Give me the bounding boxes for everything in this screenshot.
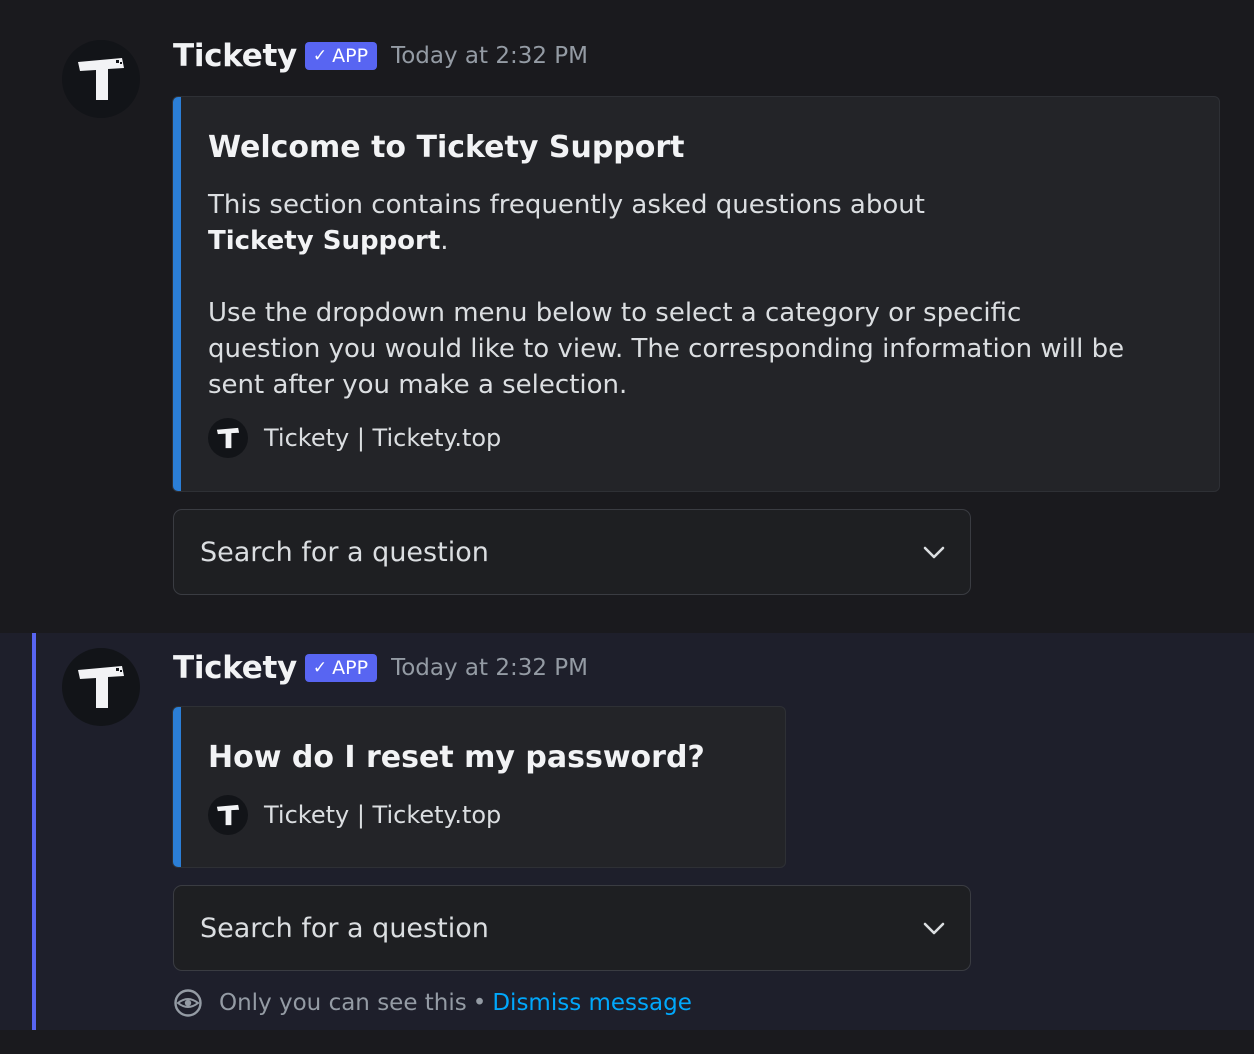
footer-avatar [208, 418, 248, 458]
bot-avatar[interactable] [62, 40, 140, 118]
embed-desc-period: . [440, 226, 449, 256]
tickety-logo-icon [78, 58, 124, 100]
tickety-logo-icon [78, 666, 124, 708]
bot-avatar[interactable] [62, 648, 140, 726]
username[interactable]: Tickety [173, 650, 297, 686]
embed-accent-bar [173, 707, 181, 867]
question-select-dropdown[interactable]: Search for a question [173, 509, 971, 595]
embed-title: How do I reset my password? [208, 740, 705, 775]
message-ephemeral: Tickety ✓ APP Today at 2:32 PM How do I … [0, 633, 1254, 1030]
verified-check-icon: ✓ [312, 46, 328, 66]
message-welcome: Tickety ✓ APP Today at 2:32 PM Welcome t… [0, 0, 1254, 620]
select-placeholder: Search for a question [200, 912, 489, 944]
tickety-logo-icon [216, 804, 240, 826]
message-header: Tickety ✓ APP Today at 2:32 PM [173, 36, 588, 76]
chevron-down-icon [923, 922, 945, 935]
app-badge-label: APP [332, 657, 369, 679]
timestamp[interactable]: Today at 2:32 PM [391, 655, 588, 681]
dismiss-message-link[interactable]: Dismiss message [492, 990, 692, 1016]
app-badge: ✓ APP [304, 42, 378, 70]
embed-accent-bar [173, 97, 181, 491]
embed-desc-line: This section contains frequently asked q… [208, 190, 925, 220]
footer-avatar [208, 795, 248, 835]
embed-description: This section contains frequently asked q… [208, 187, 1128, 403]
timestamp[interactable]: Today at 2:32 PM [391, 43, 588, 69]
message-header: Tickety ✓ APP Today at 2:32 PM [173, 648, 588, 688]
eye-icon [174, 989, 202, 1017]
ephemeral-highlight-bar [32, 633, 36, 1030]
ephemeral-notice-text: Only you can see this [219, 990, 467, 1016]
embed-footer-text: Tickety | Tickety.top [264, 424, 502, 452]
embed-desc-paragraph: Use the dropdown menu below to select a … [208, 298, 1125, 400]
embed-footer-text: Tickety | Tickety.top [264, 801, 502, 829]
embed-card: Welcome to Tickety Support This section … [172, 96, 1220, 492]
chevron-down-icon [923, 546, 945, 559]
embed-title: Welcome to Tickety Support [208, 130, 685, 165]
question-select-dropdown[interactable]: Search for a question [173, 885, 971, 971]
app-badge: ✓ APP [304, 654, 378, 682]
select-placeholder: Search for a question [200, 536, 489, 568]
verified-check-icon: ✓ [312, 658, 328, 678]
ephemeral-notice: Only you can see this • Dismiss message [173, 988, 692, 1018]
embed-card: How do I reset my password? Tickety | Ti… [172, 706, 786, 868]
embed-footer: Tickety | Tickety.top [208, 418, 501, 458]
separator-dot: • [472, 990, 487, 1016]
embed-desc-bold: Tickety Support [208, 226, 441, 256]
embed-footer: Tickety | Tickety.top [208, 795, 501, 835]
tickety-logo-icon [216, 427, 240, 449]
app-badge-label: APP [332, 45, 369, 67]
username[interactable]: Tickety [173, 38, 297, 74]
